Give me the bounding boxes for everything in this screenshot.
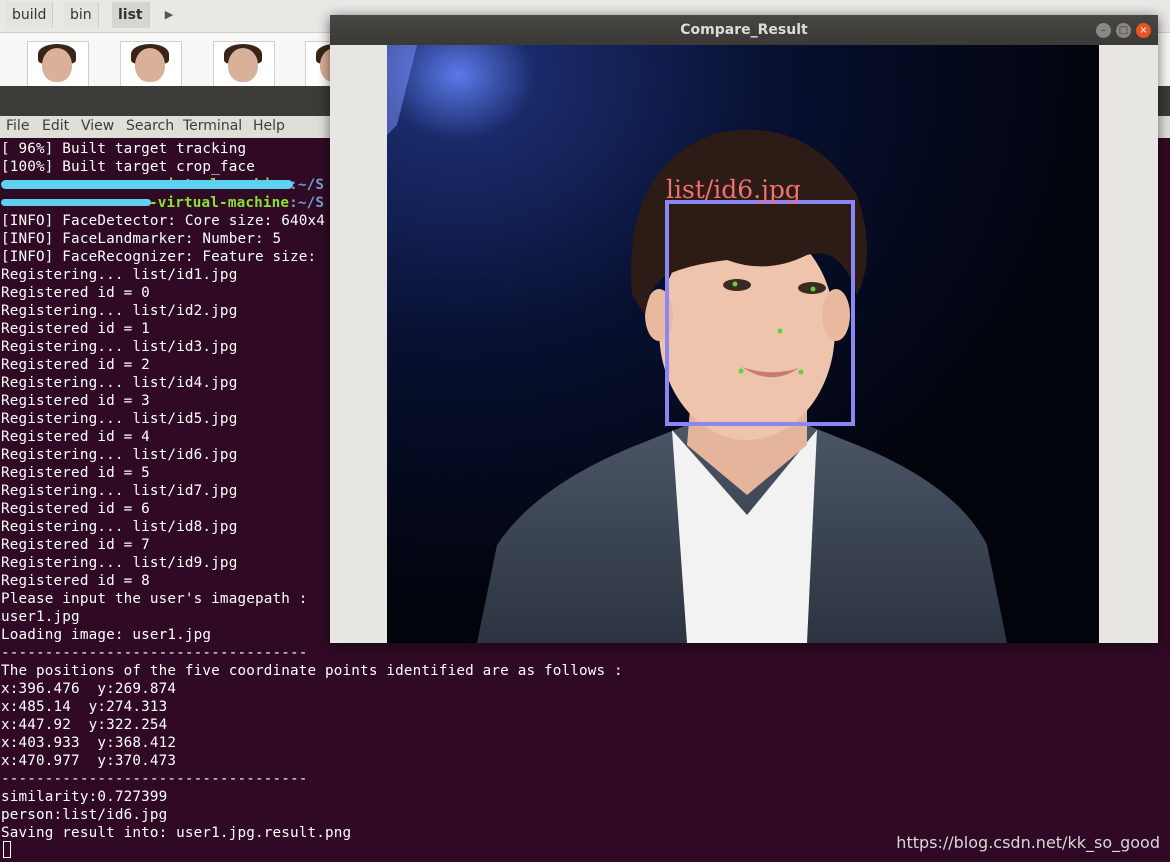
landmark-point <box>798 369 804 375</box>
prompt-path: :~/S <box>289 177 325 193</box>
terminal-line: Registering... list/id3.jpg <box>1 339 238 355</box>
terminal-line: Registered id = 0 <box>1 285 150 301</box>
menu-search[interactable]: Search <box>126 118 174 134</box>
landmark-point <box>738 368 744 374</box>
window-title: Compare_Result <box>680 22 808 38</box>
terminal-line: x:403.933 y:368.412 <box>1 735 177 751</box>
terminal-line: Registered id = 7 <box>1 537 150 553</box>
landmark-point <box>777 328 783 334</box>
terminal-line: Registered id = 4 <box>1 429 150 445</box>
compare-result-window: Compare_Result – □ × list/id6.jpg <box>330 15 1158 643</box>
terminal-line: Please input the user's imagepath : <box>1 591 308 607</box>
result-image-canvas: list/id6.jpg <box>387 45 1099 643</box>
terminal-line: Registering... list/id1.jpg <box>1 267 238 283</box>
maximize-icon[interactable]: □ <box>1116 23 1131 38</box>
breadcrumb-build[interactable]: build <box>6 2 54 28</box>
terminal-line: Registering... list/id6.jpg <box>1 447 238 463</box>
breadcrumb-list[interactable]: list <box>112 2 150 28</box>
terminal-line: person:list/id6.jpg <box>1 807 168 823</box>
terminal-line: Registered id = 6 <box>1 501 150 517</box>
terminal-line: similarity:0.727399 <box>1 789 168 805</box>
prompt-host: -virtual-machine <box>149 195 290 211</box>
result-image: list/id6.jpg <box>387 45 1099 643</box>
menu-file[interactable]: File <box>6 118 29 134</box>
close-icon[interactable]: × <box>1136 23 1151 38</box>
terminal-line: Registered id = 8 <box>1 573 150 589</box>
match-label: list/id6.jpg <box>666 175 801 204</box>
menu-terminal[interactable]: Terminal <box>183 118 242 134</box>
terminal-line: Registered id = 1 <box>1 321 150 337</box>
watermark: https://blog.csdn.net/kk_so_good <box>896 833 1160 852</box>
terminal-line: Registered id = 2 <box>1 357 150 373</box>
menu-edit[interactable]: Edit <box>42 118 69 134</box>
terminal-line: x:485.14 y:274.313 <box>1 699 168 715</box>
breadcrumb-bin[interactable]: bin <box>64 2 99 28</box>
terminal-cursor <box>3 841 11 858</box>
redaction-scribble <box>1 199 151 206</box>
terminal-line: [100%] Built target crop_face <box>1 159 255 175</box>
landmark-point <box>732 281 738 287</box>
window-titlebar[interactable]: Compare_Result – □ × <box>330 15 1158 45</box>
terminal-line: Loading image: user1.jpg <box>1 627 212 643</box>
terminal-line: Saving result into: user1.jpg.result.png <box>1 825 352 841</box>
terminal-line: Registering... list/id8.jpg <box>1 519 238 535</box>
terminal-line: user1.jpg <box>1 609 80 625</box>
terminal-line: Registering... list/id2.jpg <box>1 303 238 319</box>
terminal-line: [INFO] FaceRecognizer: Feature size: <box>1 249 317 265</box>
terminal-line: x:396.476 y:269.874 <box>1 681 177 697</box>
terminal-line: [ 96%] Built target tracking <box>1 141 247 157</box>
terminal-line: Registered id = 5 <box>1 465 150 481</box>
terminal-line: Registering... list/id9.jpg <box>1 555 238 571</box>
minimize-icon[interactable]: – <box>1096 23 1111 38</box>
menu-help[interactable]: Help <box>253 118 285 134</box>
terminal-line: Registering... list/id4.jpg <box>1 375 238 391</box>
terminal-line: The positions of the five coordinate poi… <box>1 663 623 679</box>
terminal-line: Registering... list/id5.jpg <box>1 411 238 427</box>
breadcrumb-next-arrow-icon[interactable]: ▶ <box>158 2 180 28</box>
landmark-point <box>810 286 816 292</box>
terminal-line: x:447.92 y:322.254 <box>1 717 168 733</box>
terminal-line: [INFO] FaceDetector: Core size: 640x4 <box>1 213 326 229</box>
terminal-line: ----------------------------------- <box>1 645 308 661</box>
terminal-line: Registering... list/id7.jpg <box>1 483 238 499</box>
terminal-line: [INFO] FaceLandmarker: Number: 5 <box>1 231 282 247</box>
menu-view[interactable]: View <box>81 118 114 134</box>
terminal-line: ----------------------------------- <box>1 771 308 787</box>
redaction-scribble <box>1 180 293 189</box>
prompt-path: :~/S <box>289 195 325 211</box>
terminal-line: Registered id = 3 <box>1 393 150 409</box>
terminal-line: x:470.977 y:370.473 <box>1 753 177 769</box>
